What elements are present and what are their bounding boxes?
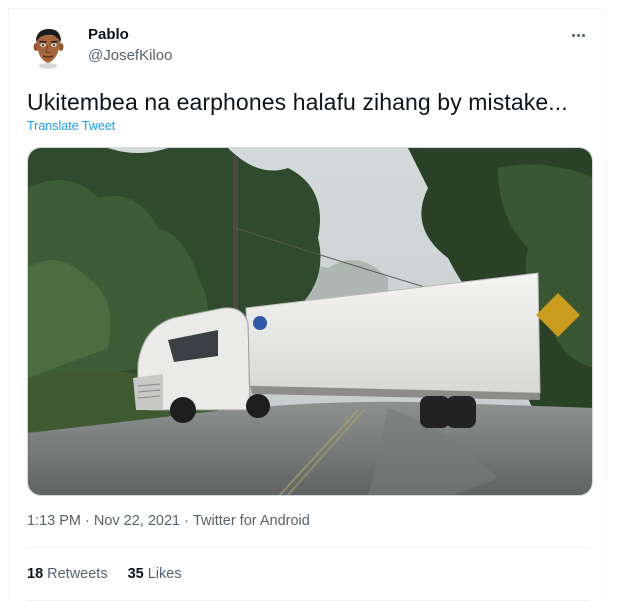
tweet-card: Pablo @JosefKiloo Ukitembea na earphones… bbox=[8, 8, 606, 601]
tweet-media-photo[interactable] bbox=[27, 147, 593, 496]
truck-photo-image bbox=[28, 148, 592, 495]
likes-label: Likes bbox=[147, 566, 182, 582]
meta-separator: · bbox=[184, 513, 189, 529]
cartoon-face-avatar-icon bbox=[33, 29, 64, 69]
tweet-stats-row: 18 Retweets 35 Likes bbox=[27, 566, 182, 582]
tweet-date[interactable]: Nov 22, 2021 bbox=[94, 513, 180, 529]
translate-tweet-link[interactable]: Translate Tweet bbox=[27, 119, 115, 133]
more-horizontal-icon bbox=[576, 33, 580, 37]
likes-stat-link[interactable]: 35 Likes bbox=[128, 566, 182, 582]
author-name[interactable]: Pablo bbox=[88, 26, 129, 43]
author-avatar[interactable] bbox=[28, 25, 68, 69]
author-handle[interactable]: @JosefKiloo bbox=[88, 47, 172, 64]
meta-separator: · bbox=[85, 513, 90, 529]
retweets-label: Retweets bbox=[47, 566, 108, 582]
likes-count: 35 bbox=[127, 566, 144, 582]
divider bbox=[27, 547, 589, 548]
tweet-client-link[interactable]: Twitter for Android bbox=[193, 513, 310, 529]
tweet-time[interactable]: 1:13 PM bbox=[27, 513, 81, 529]
retweets-stat-link[interactable]: 18 Retweets bbox=[27, 566, 108, 582]
retweets-count: 18 bbox=[27, 566, 44, 582]
tweet-text: Ukitembea na earphones halafu zihang by … bbox=[27, 89, 568, 115]
tweet-timestamp-row: 1:13 PM · Nov 22, 2021 · Twitter for And… bbox=[27, 513, 310, 529]
more-horizontal-icon bbox=[571, 33, 575, 37]
more-options-button[interactable] bbox=[567, 25, 589, 45]
more-horizontal-icon bbox=[581, 33, 585, 37]
